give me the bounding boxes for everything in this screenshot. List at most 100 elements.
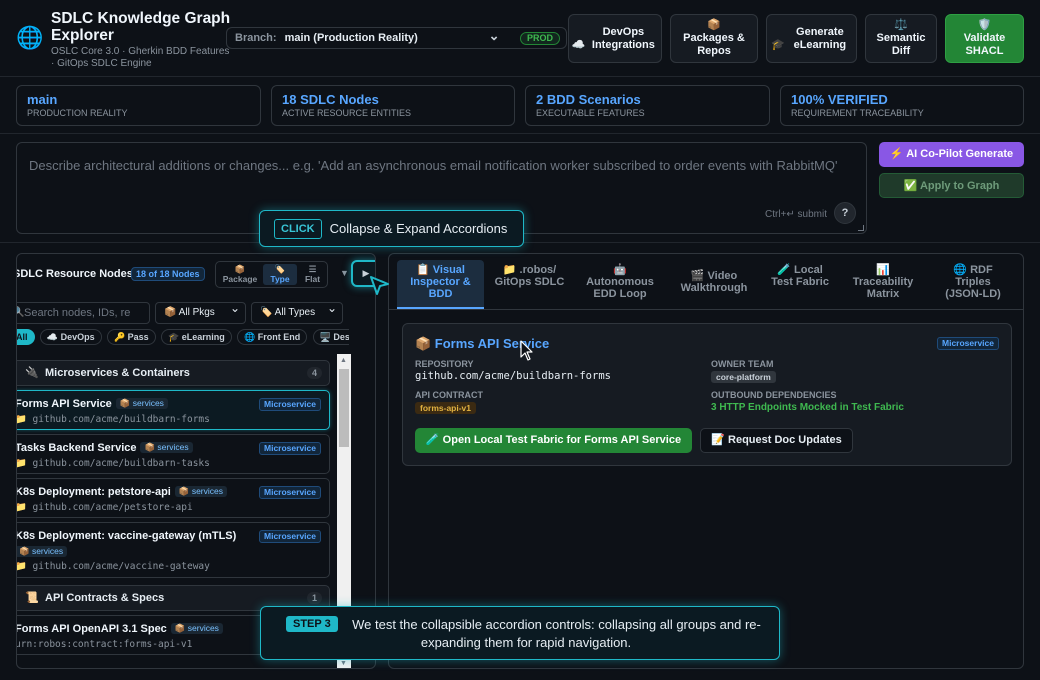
chip-front-end[interactable]: 🌐 Front End [237, 329, 308, 345]
list-icon: ☰ [308, 264, 317, 274]
env-badge: PROD [519, 32, 560, 45]
request-doc-updates-button[interactable]: 📝 Request Doc Updates [700, 428, 853, 453]
stat-branch: main Production Reality [16, 85, 261, 126]
help-button[interactable]: ? [834, 202, 856, 224]
tab-visual-inspector[interactable]: 📋 Visual Inspector & BDD [397, 260, 484, 309]
package-tag: 📦 services [115, 398, 168, 409]
tab-video-walkthrough[interactable]: 🎬 Video Walkthrough [674, 260, 754, 309]
folder-icon: 📁 [502, 264, 517, 276]
scroll-icon: 📜 [25, 592, 39, 604]
node-path: 📁 github.com/acme/buildbarn-tasks [16, 458, 210, 469]
packages-repos-button[interactable]: 📦 Packages & Repos [670, 14, 758, 63]
click-tooltip-text: Collapse & Expand Accordions [329, 221, 508, 236]
app-subtitle: OSLC Core 3.0 · Gherkin BDD Features · G… [51, 46, 230, 69]
globe-icon: 🌐 [16, 25, 44, 50]
chip-elearning[interactable]: 🎓 eLearning [161, 329, 232, 345]
semantic-diff-button[interactable]: ⚖️ Semantic Diff [865, 14, 937, 63]
tab-gitops-sdlc[interactable]: 📁 .robos/ GitOps SDLC [492, 260, 567, 309]
package-tag: 📦 services [17, 546, 68, 557]
clapper-icon: 🎬 [690, 270, 705, 282]
kind-badge: Microservice [259, 486, 321, 499]
branch-label: Branch: [235, 32, 277, 44]
chip-devops[interactable]: ☁️ DevOps [39, 329, 102, 345]
clipboard-icon: 📋 [416, 264, 430, 276]
app-title: SDLC Knowledge Graph Explorer [51, 10, 231, 44]
scales-icon: ⚖️ [894, 19, 908, 31]
chip-des[interactable]: 🖥️ Des [312, 329, 349, 345]
kind-badge: Microservice [937, 337, 999, 350]
graduation-cap-icon: 🎓 [771, 38, 785, 51]
robot-icon: 🤖 [613, 264, 627, 276]
step-tag: STEP 3 [286, 616, 338, 632]
tab-traceability-matrix[interactable]: 📊 Traceability Matrix [845, 260, 921, 309]
open-test-fabric-button[interactable]: 🧪 Open Local Test Fabric for Forms API S… [415, 428, 692, 453]
bar-chart-icon: 📊 [876, 264, 890, 276]
kind-badge: Microservice [259, 442, 321, 455]
generate-elearning-button[interactable]: 🎓 Generate eLearning [766, 14, 857, 63]
branch-dropdown[interactable]: main (Production Reality) [285, 28, 500, 44]
shield-icon: 🛡️ [977, 19, 992, 31]
tag-icon: 🏷️ [274, 264, 286, 274]
group-count: 4 [306, 367, 322, 379]
app-header: 🌐 SDLC Knowledge Graph Explorer OSLC Cor… [0, 0, 1040, 77]
category-chips: All ☁️ DevOps 🔑 Pass 🎓 eLearning 🌐 Front… [17, 329, 349, 347]
devops-integrations-button[interactable]: ☁️ DevOps Integrations [568, 14, 662, 63]
branch-selector[interactable]: Branch: main (Production Reality) PROD [226, 27, 567, 49]
package-tag: 📦 services [170, 623, 223, 634]
node-forms-api-service[interactable]: Forms API Service 📦 services Microservice… [16, 390, 330, 430]
view-package-button[interactable]: 📦 Package [220, 264, 260, 285]
package-filter-select[interactable]: 📦 All Pkgs [155, 298, 246, 324]
group-title: Microservices & Containers [45, 367, 190, 379]
scrollbar-thumb[interactable] [339, 369, 349, 447]
brand: SDLC Knowledge Graph Explorer OSLC Core … [51, 10, 231, 70]
stat-nodes: 18 SDLC Nodes Active Resource Entities [271, 85, 515, 126]
node-path: 📁 github.com/acme/buildbarn-forms [16, 414, 210, 425]
package-icon: 📦 [234, 264, 246, 274]
type-filter-select[interactable]: 🏷️ All Types [251, 298, 343, 324]
submit-hint: Ctrl+↵ submit [764, 209, 827, 220]
node-tasks-backend-service[interactable]: Tasks Backend Service 📦 services Microser… [16, 434, 330, 474]
cloud-icon: ☁️ [571, 38, 586, 51]
tab-local-test-fabric[interactable]: 🧪 Local Test Fabric [769, 260, 831, 309]
node-search-input[interactable]: 🔍 Search nodes, IDs, re [17, 302, 150, 324]
node-vaccine-gateway[interactable]: K8s Deployment: vaccine-gateway (mTLS) M… [16, 522, 330, 578]
node-detail-card: 📦 Forms API Service Microservice Reposit… [402, 323, 1012, 466]
node-path: 📁 github.com/acme/vaccine-gateway [16, 561, 210, 572]
owner-label: Owner Team [711, 359, 774, 369]
package-tag: 📦 services [140, 442, 193, 453]
stat-scenarios: 2 BDD Scenarios Executable Features [525, 85, 770, 126]
kind-badge: Microservice [259, 530, 321, 543]
owner-value: core-platform [711, 371, 776, 383]
collapse-all-button[interactable]: ▼ [340, 268, 349, 278]
resize-grip-icon[interactable] [858, 225, 864, 231]
mouse-pointer-icon [520, 340, 533, 361]
tab-rdf-triples[interactable]: 🌐 RDF Triples (JSON-LD) [936, 260, 1010, 309]
scroll-down-icon[interactable]: ▼ [340, 660, 347, 667]
tab-autonomous-edd-loop[interactable]: 🤖 Autonomous EDD Loop [579, 260, 661, 309]
globe-icon: 🌐 [953, 264, 968, 276]
chip-pass[interactable]: 🔑 Pass [106, 329, 156, 345]
search-icon: 🔍 [17, 303, 24, 323]
dependencies-value: 3 HTTP Endpoints Mocked in Test Fabric [711, 402, 904, 413]
test-tube-icon: 🧪 [777, 264, 791, 276]
scroll-up-icon[interactable]: ▲ [340, 357, 347, 364]
node-petstore-api[interactable]: K8s Deployment: petstore-api 📦 services M… [16, 478, 330, 518]
chip-all[interactable]: All [17, 329, 35, 345]
node-path: 📁 github.com/acme/petstore-api [16, 502, 193, 513]
accordion-microservices[interactable]: 🔌 Microservices & Containers 4 [17, 360, 330, 386]
dependencies-label: Outbound Dependencies [711, 390, 837, 400]
stats-bar: main Production Reality 18 SDLC Nodes Ac… [0, 77, 1040, 134]
package-tag: 📦 services [174, 486, 227, 497]
node-path: urn:robos:contract:forms-api-v1 [16, 639, 193, 650]
stat-traceability: 100% VERIFIED Requirement Traceability [780, 85, 1024, 126]
apply-to-graph-button[interactable]: ✅ Apply to Graph [879, 173, 1024, 198]
ai-copilot-generate-button[interactable]: ⚡ AI Co-Pilot Generate [879, 142, 1024, 167]
kind-badge: Microservice [259, 398, 321, 411]
step-text: We test the collapsible accordion contro… [352, 617, 761, 650]
node-count-badge: 18 of 18 Nodes [131, 267, 205, 281]
validate-shacl-button[interactable]: 🛡️ Validate SHACL [945, 14, 1024, 63]
group-count: 1 [306, 592, 322, 604]
view-type-button[interactable]: 🏷️ Type [263, 264, 297, 285]
repository-value: github.com/acme/buildbarn-forms [415, 370, 611, 382]
view-flat-button[interactable]: ☰ Flat [300, 264, 325, 285]
